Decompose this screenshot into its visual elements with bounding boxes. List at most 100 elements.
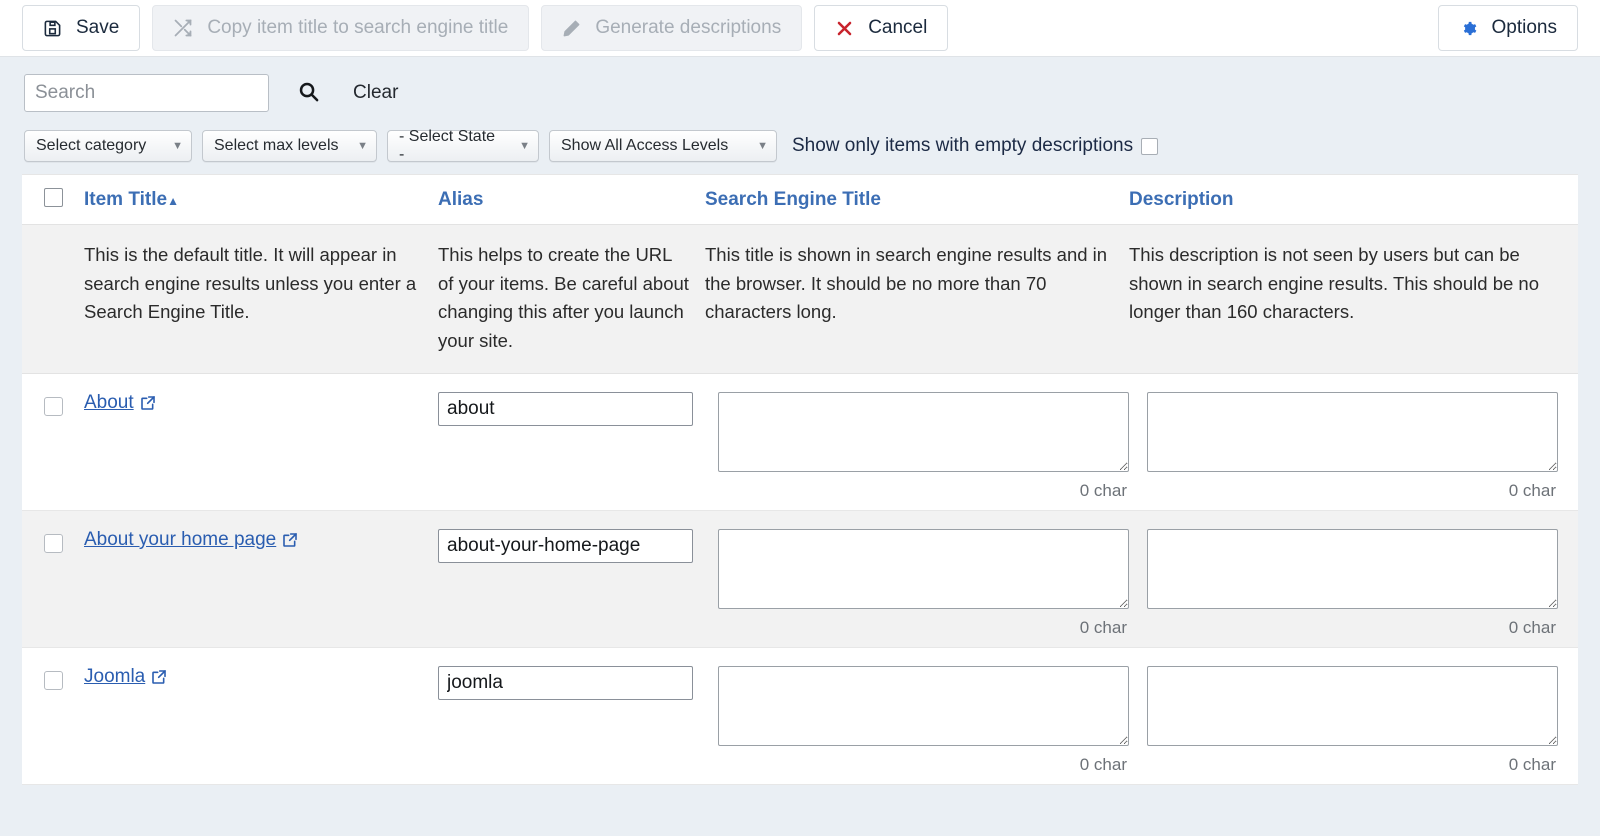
generate-descriptions-button-label: Generate descriptions <box>595 17 782 38</box>
item-title-label: About your home page <box>84 529 277 550</box>
save-button[interactable]: Save <box>22 5 141 51</box>
description-textarea[interactable] <box>1147 529 1558 609</box>
row-checkbox[interactable] <box>44 534 63 553</box>
table-help-row: This is the default title. It will appea… <box>22 225 1578 374</box>
chevron-down-icon: ▼ <box>357 139 368 152</box>
item-title-link[interactable]: About <box>84 392 156 414</box>
toolbar: Save Copy item title to search engine ti… <box>0 0 1600 57</box>
search-engine-title-textarea[interactable] <box>718 529 1129 609</box>
chevron-down-icon: ▼ <box>519 139 530 152</box>
row-search-engine-title-cell: 0 char <box>705 374 1129 510</box>
cancel-button[interactable]: Cancel <box>814 5 949 51</box>
select-category[interactable]: Select category ▼ <box>24 130 192 162</box>
search-engine-title-wrap: 0 char <box>705 529 1129 638</box>
row-description-cell: 0 char <box>1129 648 1558 784</box>
help-item-title: This is the default title. It will appea… <box>84 244 417 322</box>
filter-bar: Clear Select category ▼ Select max level… <box>0 57 1600 174</box>
select-access-levels[interactable]: Show All Access Levels ▼ <box>549 130 777 162</box>
save-button-label: Save <box>76 17 120 38</box>
description-wrap: 0 char <box>1129 666 1558 775</box>
alias-input[interactable] <box>438 392 693 426</box>
search-row: Clear <box>24 73 1576 113</box>
select-max-levels-label: Select max levels <box>214 137 339 154</box>
chevron-down-icon: ▼ <box>172 139 183 152</box>
save-icon <box>43 19 62 38</box>
alias-input[interactable] <box>438 666 693 700</box>
row-select-cell <box>22 511 84 647</box>
description-textarea[interactable] <box>1147 666 1558 746</box>
column-header-search-engine-title[interactable]: Search Engine Title <box>705 189 1129 211</box>
copy-item-title-button-label: Copy item title to search engine title <box>207 17 509 38</box>
help-spacer-cell <box>22 241 84 355</box>
row-select-cell <box>22 374 84 510</box>
row-item-title-cell: About <box>84 374 438 510</box>
item-title-link[interactable]: About your home page <box>84 529 298 551</box>
description-char-count: 0 char <box>1508 481 1556 500</box>
copy-item-title-button[interactable]: Copy item title to search engine title <box>152 5 530 51</box>
filter-selects-row: Select category ▼ Select max levels ▼ - … <box>24 128 1576 163</box>
item-title-label: Joomla <box>84 666 146 687</box>
row-alias-cell <box>438 648 705 784</box>
search-engine-title-textarea[interactable] <box>718 666 1129 746</box>
search-button[interactable] <box>291 76 325 110</box>
search-engine-title-char-count: 0 char <box>1079 618 1127 637</box>
row-alias-cell <box>438 374 705 510</box>
search-input[interactable] <box>24 74 269 112</box>
external-link-icon <box>282 532 298 548</box>
column-header-alias[interactable]: Alias <box>438 189 705 211</box>
search-engine-title-char-count: 0 char <box>1079 755 1127 774</box>
select-state-label: - Select State - <box>399 128 496 163</box>
description-char-count: 0 char <box>1508 755 1556 774</box>
table-row: About your home page 0 char 0 char <box>22 511 1578 648</box>
row-checkbox[interactable] <box>44 671 63 690</box>
row-item-title-cell: About your home page <box>84 511 438 647</box>
header-select-all-cell <box>22 187 84 212</box>
select-category-label: Select category <box>36 137 147 154</box>
x-icon <box>835 19 854 38</box>
gear-icon <box>1459 19 1478 38</box>
table-row: About 0 char 0 char <box>22 374 1578 511</box>
row-item-title-cell: Joomla <box>84 648 438 784</box>
search-engine-title-wrap: 0 char <box>705 392 1129 501</box>
items-table: Item Title▲ Alias Search Engine Title De… <box>22 174 1578 785</box>
external-link-icon <box>151 669 167 685</box>
clear-button[interactable]: Clear <box>353 82 398 104</box>
empty-descriptions-filter: Show only items with empty descriptions <box>792 135 1159 157</box>
select-max-levels[interactable]: Select max levels ▼ <box>202 130 377 162</box>
select-all-checkbox[interactable] <box>44 187 63 207</box>
options-button-label: Options <box>1491 17 1557 38</box>
select-state[interactable]: - Select State - ▼ <box>387 128 539 163</box>
help-alias: This helps to create the URL of your ite… <box>438 244 689 351</box>
row-checkbox[interactable] <box>44 397 63 416</box>
item-title-link[interactable]: Joomla <box>84 666 167 688</box>
table-row: Joomla 0 char 0 char <box>22 648 1578 785</box>
shuffle-icon <box>173 18 193 38</box>
row-description-cell: 0 char <box>1129 511 1558 647</box>
cancel-button-label: Cancel <box>868 17 928 38</box>
description-wrap: 0 char <box>1129 529 1558 638</box>
description-textarea[interactable] <box>1147 392 1558 472</box>
chevron-down-icon: ▼ <box>757 139 768 152</box>
row-alias-cell <box>438 511 705 647</box>
empty-descriptions-checkbox[interactable] <box>1141 137 1159 155</box>
select-access-levels-label: Show All Access Levels <box>561 137 729 154</box>
search-engine-title-wrap: 0 char <box>705 666 1129 775</box>
row-description-cell: 0 char <box>1129 374 1558 510</box>
pencil-icon <box>562 19 581 38</box>
generate-descriptions-button[interactable]: Generate descriptions <box>541 5 803 51</box>
row-search-engine-title-cell: 0 char <box>705 648 1129 784</box>
column-header-item-title[interactable]: Item Title▲ <box>84 189 438 211</box>
help-description: This description is not seen by users bu… <box>1129 244 1539 322</box>
description-wrap: 0 char <box>1129 392 1558 501</box>
alias-input[interactable] <box>438 529 693 563</box>
table-header-row: Item Title▲ Alias Search Engine Title De… <box>22 175 1578 225</box>
external-link-icon <box>140 395 156 411</box>
options-button[interactable]: Options <box>1437 5 1578 51</box>
item-title-label: About <box>84 392 134 413</box>
row-search-engine-title-cell: 0 char <box>705 511 1129 647</box>
help-search-engine-title: This title is shown in search engine res… <box>705 244 1108 322</box>
empty-descriptions-label: Show only items with empty descriptions <box>792 135 1134 156</box>
column-header-description[interactable]: Description <box>1129 189 1558 211</box>
search-engine-title-textarea[interactable] <box>718 392 1129 472</box>
description-char-count: 0 char <box>1508 618 1556 637</box>
